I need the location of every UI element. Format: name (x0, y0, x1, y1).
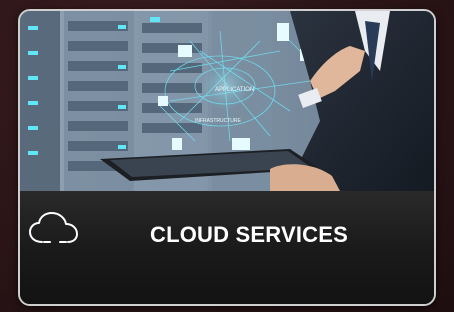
hero-label-infrastructure: INFRASTRUCTURE (195, 118, 241, 124)
cloud-services-card[interactable]: APPLICATION INFRASTRUCTURE (18, 9, 436, 306)
card-title[interactable]: CLOUD SERVICES (150, 222, 348, 248)
cloud-icon (29, 212, 78, 243)
hero-label-application: APPLICATION (215, 87, 254, 93)
hero-image: APPLICATION INFRASTRUCTURE (20, 11, 434, 191)
